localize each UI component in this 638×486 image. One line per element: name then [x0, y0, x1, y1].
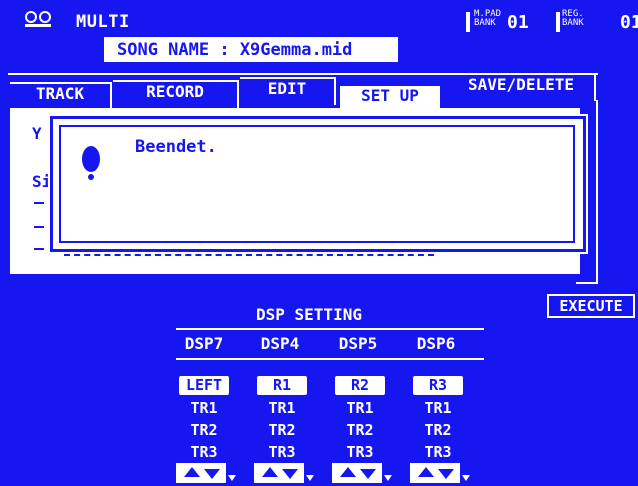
tape-reels-icon: [25, 11, 51, 27]
dsp-column-header: DSP7: [184, 334, 224, 353]
dsp5-value[interactable]: R2: [335, 376, 385, 395]
panel-dash: [34, 248, 44, 250]
dsp6-arrow-selector[interactable]: [410, 463, 472, 483]
dsp-track-item: TR2: [346, 421, 374, 439]
dsp-track-item: TR3: [346, 443, 374, 461]
panel-dash: [34, 226, 44, 228]
dsp-track-item: TR1: [346, 399, 374, 417]
exclamation-dot-icon: [88, 174, 94, 180]
execute-button[interactable]: EXECUTE: [546, 293, 636, 319]
panel-dotted-line: [64, 254, 434, 258]
dsp7-value[interactable]: LEFT: [179, 376, 229, 395]
mpad-bank-number: 01: [507, 12, 529, 33]
reg-bank-label: REG. BANK: [562, 10, 584, 28]
dsp-divider-top: [176, 328, 484, 330]
panel-fragment-y: Y: [32, 124, 42, 143]
exclamation-icon: [82, 146, 100, 172]
lcd-screen: MULTI M.PAD BANK 01 REG. BANK 01 SONG NA…: [0, 0, 638, 486]
tab-edit[interactable]: EDIT: [240, 77, 336, 105]
tab-setup[interactable]: SET UP: [340, 86, 440, 110]
bank-divider: [466, 12, 470, 32]
dsp-setting-title: DSP SETTING: [256, 305, 362, 324]
dsp5-arrow-selector[interactable]: [332, 463, 394, 483]
dsp-track-item: TR3: [268, 443, 296, 461]
dsp7-arrow-selector[interactable]: [176, 463, 238, 483]
dsp-track-item: TR1: [424, 399, 452, 417]
panel-fragment-si: Si: [32, 172, 52, 191]
dsp-column-header: DSP5: [338, 334, 378, 353]
dsp6-value[interactable]: R3: [413, 376, 463, 395]
dsp-column-header: DSP6: [416, 334, 456, 353]
reg-label-bottom: BANK: [562, 18, 584, 28]
song-name-box[interactable]: SONG NAME : X9Gemma.mid: [104, 37, 398, 62]
dsp-divider-bottom: [176, 358, 484, 360]
dsp-track-item: TR1: [268, 399, 296, 417]
dsp-track-item: TR3: [190, 443, 218, 461]
tab-save-delete[interactable]: SAVE/DELETE: [448, 73, 596, 101]
dsp-track-item: TR2: [268, 421, 296, 439]
mpad-label-bottom: BANK: [474, 18, 496, 28]
reg-bank-number: 01: [620, 12, 638, 33]
tab-record[interactable]: RECORD: [113, 80, 239, 108]
tab-track[interactable]: TRACK: [10, 82, 112, 110]
panel-dash: [34, 202, 44, 204]
bank-divider: [556, 12, 560, 32]
dsp-track-item: TR2: [424, 421, 452, 439]
mode-label: MULTI: [76, 12, 130, 32]
dsp-column-header: DSP4: [260, 334, 300, 353]
mpad-bank-label: M.PAD BANK: [474, 10, 501, 28]
dsp4-value[interactable]: R1: [257, 376, 307, 395]
dsp-track-item: TR2: [190, 421, 218, 439]
song-name: SONG NAME : X9Gemma.mid: [117, 40, 353, 60]
dsp4-arrow-selector[interactable]: [254, 463, 316, 483]
dialog-message: Beendet.: [135, 137, 217, 157]
dsp-track-item: TR1: [190, 399, 218, 417]
message-dialog: Beendet.: [48, 114, 588, 254]
dsp-track-item: TR3: [424, 443, 452, 461]
